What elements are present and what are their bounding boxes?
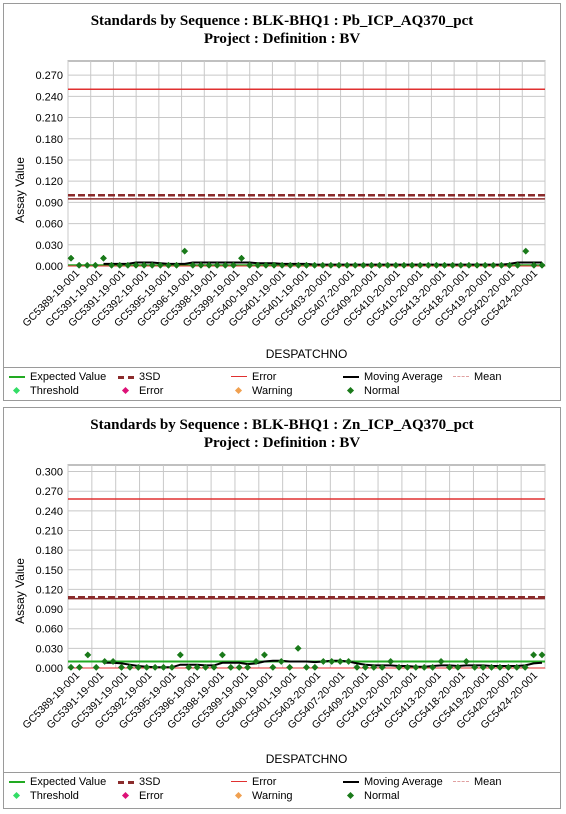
legend-3sd: 3SD <box>117 776 160 789</box>
y-tick-label: 0.240 <box>35 91 63 103</box>
y-tick-label: 0.000 <box>35 261 63 273</box>
legend-normal: Normal <box>342 385 399 398</box>
y-tick-label: 0.180 <box>35 545 63 557</box>
y-tick-label: 0.060 <box>35 219 63 231</box>
legend-expected-value: Expected Value <box>8 371 106 384</box>
y-tick-label: 0.270 <box>35 486 63 498</box>
legend-warning: Warning <box>230 385 293 398</box>
y-tick-label: 0.120 <box>35 176 63 188</box>
y-tick-label: 0.090 <box>35 197 63 209</box>
y-axis-title: Assay Value <box>13 157 27 223</box>
y-tick-label: 0.210 <box>35 525 63 537</box>
legend-warning: Warning <box>230 790 293 803</box>
legend-normal: Normal <box>342 790 399 803</box>
legend-threshold: Threshold <box>8 385 79 398</box>
y-tick-label: 0.150 <box>35 565 63 577</box>
y-tick-label: 0.210 <box>35 113 63 125</box>
chart-plot-zn: 0.000 0.030 0.060 0.090 0.120 0.150 0.180 0.210… <box>13 464 546 766</box>
legend-error-marker: Error <box>117 790 163 803</box>
y-axis-title: Assay Value <box>13 558 27 624</box>
legend-mean: Mean <box>452 371 502 384</box>
chart-plot-pb: 0.000 0.030 0.060 0.090 0.120 0.150 0.180 0.210… <box>13 60 546 361</box>
legend-separator <box>4 772 560 773</box>
x-axis-title: DESPATCHNO <box>266 752 348 766</box>
y-tick-label: 0.060 <box>35 624 63 636</box>
legend-moving-average: Moving Average <box>342 776 443 789</box>
legend-threshold: Threshold <box>8 790 79 803</box>
chart-panel-pb: Standards by Sequence : BLK-BHQ1 : Pb_IC… <box>3 3 561 401</box>
y-tick-label: 0.120 <box>35 584 63 596</box>
chart-panel-zn: Standards by Sequence : BLK-BHQ1 : Zn_IC… <box>3 407 561 809</box>
legend-error-line: Error <box>230 776 276 789</box>
y-tick-label: 0.090 <box>35 604 63 616</box>
y-tick-label: 0.000 <box>35 663 63 675</box>
legend-3sd: 3SD <box>117 371 160 384</box>
legend-error-line: Error <box>230 371 276 384</box>
plot-area <box>67 60 546 267</box>
legend-moving-average: Moving Average <box>342 371 443 384</box>
legend-separator <box>4 367 560 368</box>
y-tick-label: 0.270 <box>35 70 63 82</box>
y-tick-label: 0.240 <box>35 506 63 518</box>
legend-expected-value: Expected Value <box>8 776 106 789</box>
y-tick-label: 0.150 <box>35 155 63 167</box>
y-tick-label: 0.030 <box>35 643 63 655</box>
legend-error-marker: Error <box>117 385 163 398</box>
y-tick-label: 0.180 <box>35 134 63 146</box>
x-axis-title: DESPATCHNO <box>266 347 348 361</box>
legend-mean: Mean <box>452 776 502 789</box>
y-tick-label: 0.300 <box>35 467 63 479</box>
y-tick-label: 0.030 <box>35 240 63 252</box>
